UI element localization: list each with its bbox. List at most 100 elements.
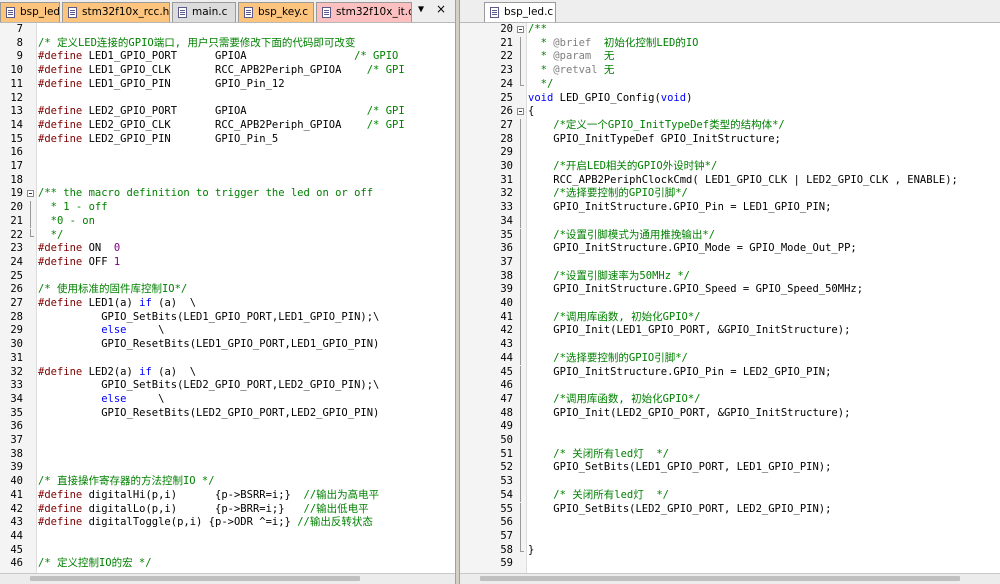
line-number: 53	[500, 475, 513, 488]
code-line: 37	[0, 434, 455, 448]
code-token: void	[528, 91, 554, 104]
code-text: #define LED1_GPIO_PIN GPIO_Pin_12	[38, 78, 285, 92]
code-token: GPIO_SetBits(LED1_GPIO_PORT, LED1_GPIO_P…	[528, 461, 832, 474]
fold-guide	[520, 529, 521, 544]
scrollbar-thumb[interactable]	[30, 576, 360, 581]
code-token: 初始化控制LED的IO	[591, 36, 699, 49]
code-token: LED2_GPIO_PORT GPIOA	[88, 105, 367, 118]
code-token: {	[528, 105, 535, 118]
code-text: else \	[38, 324, 164, 338]
right-code-area[interactable]: 20/** 21 * @brief 初始化控制LED的IO 22 * @param …	[460, 23, 1000, 574]
code-token: GPIO_ResetBits(LED1_GPIO_PORT,LED1_GPIO_…	[38, 338, 380, 351]
code-line: 28 GPIO_InitTypeDef GPIO_InitStructure;	[460, 132, 1000, 147]
code-line: 21 * @brief 初始化控制LED的IO	[460, 36, 1000, 51]
line-number: 33	[10, 379, 23, 392]
code-text: /* 使用标准的固件库控制IO*/	[38, 283, 187, 297]
code-token: #define	[38, 255, 89, 268]
line-number: 48	[500, 406, 513, 419]
code-line: 38 /*设置引脚速率为50MHz */	[460, 269, 1000, 284]
left-tab-bar: ▼ × bsp_led.h stm32f10x_rcc.h main.c bsp_ke…	[0, 0, 455, 23]
line-number: 28	[500, 132, 513, 145]
line-number: 32	[10, 365, 23, 378]
file-tab-label: bsp_key.c	[258, 6, 309, 18]
line-number: 46	[10, 557, 23, 570]
code-line: 7	[0, 23, 455, 37]
code-token: //输出为高电平	[303, 488, 380, 501]
code-token: @brief	[553, 36, 592, 49]
file-tab[interactable]: bsp_key.c	[238, 2, 314, 22]
code-text: GPIO_InitStructure.GPIO_Pin = LED1_GPIO_…	[528, 201, 831, 215]
fold-guide	[30, 228, 31, 236]
code-line: 25 void LED_GPIO_Config(void)	[460, 92, 1000, 106]
code-line: 23 * @retval 无	[460, 64, 1000, 78]
code-token: /*设置引脚速率为50MHz */	[528, 269, 691, 282]
scrollbar-thumb[interactable]	[480, 576, 960, 581]
file-tab[interactable]: bsp_led.h	[0, 2, 60, 22]
fold-guide	[520, 543, 521, 551]
line-number: 21	[10, 214, 23, 227]
code-token: GPIO_InitStructure.GPIO_Pin = LED1_GPIO_…	[528, 201, 832, 214]
code-text: GPIO_InitStructure.GPIO_Speed = GPIO_Spe…	[528, 283, 863, 297]
code-line: 47 /*调用库函数, 初始化GPIO*/	[460, 392, 1000, 407]
file-tab-label: stm32f10x_it.c	[336, 6, 412, 18]
right-horizontal-scrollbar[interactable]	[460, 573, 1000, 584]
code-line: 25	[0, 270, 455, 284]
fold-guide	[520, 36, 521, 51]
code-line: 41 /*调用库函数, 初始化GPIO*/	[460, 310, 1000, 325]
code-token: (a) \	[151, 365, 197, 378]
file-tab[interactable]: bsp_led.c	[484, 2, 556, 22]
fold-guide	[520, 173, 521, 188]
fold-collapse-icon[interactable]	[517, 26, 524, 33]
code-token: /* GPI	[366, 118, 405, 131]
file-tab[interactable]: stm32f10x_rcc.h	[62, 2, 170, 22]
line-number: 12	[10, 91, 23, 104]
line-number: 41	[10, 488, 23, 501]
code-token: if	[139, 297, 152, 309]
code-text: */	[38, 229, 64, 243]
tab-dropdown-icon[interactable]: ▼	[418, 4, 424, 15]
code-text: #define LED1_GPIO_PORT GPIOA /* GPIO	[38, 50, 398, 64]
code-token: /*设置引脚模式为通用推挽输出*/	[528, 228, 716, 241]
line-number: 45	[10, 543, 23, 556]
code-line: 59	[460, 557, 1000, 571]
code-text: #define digitalToggle(p,i) {p->ODR ^=i;}…	[38, 516, 373, 530]
code-text: GPIO_SetBits(LED1_GPIO_PORT, LED1_GPIO_P…	[528, 461, 831, 475]
code-line: 39	[0, 461, 455, 475]
line-number: 9	[16, 50, 23, 63]
code-line: 24 */	[460, 77, 1000, 92]
code-line: 23 #define ON 0	[0, 242, 455, 256]
code-text: /* 直接操作寄存器的方法控制IO */	[38, 475, 215, 489]
code-token: GPIO_ResetBits(LED2_GPIO_PORT,LED2_GPIO_…	[38, 406, 380, 419]
code-line: 53	[460, 475, 1000, 489]
code-token: 无	[591, 50, 615, 63]
code-line: 44	[0, 530, 455, 544]
code-line: 24 #define OFF 1	[0, 256, 455, 270]
code-line: 27 /*定义一个GPIO_InitTypeDef类型的结构体*/	[460, 118, 1000, 133]
code-token: \	[126, 324, 165, 337]
code-token: if	[139, 365, 152, 378]
file-tab[interactable]: stm32f10x_it.c	[316, 2, 412, 22]
fold-guide	[520, 77, 521, 85]
left-code-area[interactable]: 7 8 /* 定义LED连接的GPIO端口, 用户只需要修改下面的代码即可改变 9 #d…	[0, 23, 455, 574]
fold-guide	[520, 64, 521, 78]
code-line: 57	[460, 529, 1000, 544]
code-text: else \	[38, 393, 164, 407]
code-token: digitalToggle(p,i) {p->ODR ^=i;}	[88, 516, 298, 529]
code-text: GPIO_ResetBits(LED2_GPIO_PORT,LED2_GPIO_…	[38, 407, 379, 421]
file-tab[interactable]: main.c	[172, 2, 236, 22]
code-token: #define	[38, 50, 89, 63]
left-horizontal-scrollbar[interactable]	[0, 573, 455, 584]
code-token: 0	[113, 242, 121, 255]
code-text: GPIO_SetBits(LED1_GPIO_PORT,LED1_GPIO_PI…	[38, 311, 379, 325]
code-token: *	[528, 64, 554, 77]
fold-collapse-icon[interactable]	[517, 108, 524, 116]
fold-end-marker	[520, 84, 524, 86]
code-line: 26 /* 使用标准的固件库控制IO*/	[0, 283, 455, 297]
fold-collapse-icon[interactable]	[27, 190, 34, 198]
left-editor-pane: ▼ × bsp_led.h stm32f10x_rcc.h main.c bsp_ke…	[0, 0, 455, 584]
line-number: 40	[500, 297, 513, 309]
code-line: 35 /*设置引脚模式为通用推挽输出*/	[460, 228, 1000, 243]
line-number: 42	[500, 324, 513, 337]
code-text: GPIO_SetBits(LED2_GPIO_PORT, LED2_GPIO_P…	[528, 503, 831, 517]
close-tab-icon[interactable]: ×	[436, 2, 446, 16]
